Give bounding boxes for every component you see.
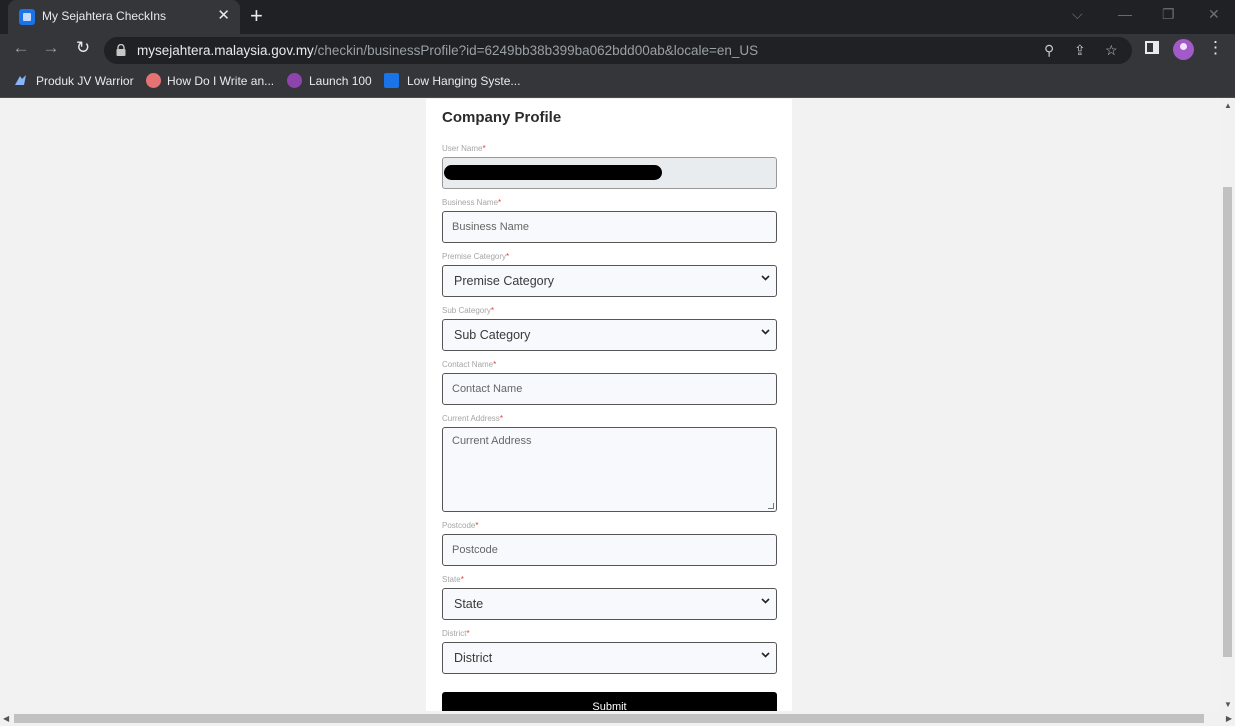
mysejahtera-favicon-icon — [19, 9, 35, 25]
minimize-icon[interactable]: — — [1118, 6, 1132, 22]
bookmark-item-how-do-i-write[interactable]: How Do I Write an... — [167, 74, 274, 88]
contact-name-label: Contact Name* — [442, 360, 496, 369]
sub-category-select[interactable]: Sub Category — [442, 319, 777, 351]
page-viewport: Company Profile User Name* Business Name… — [0, 99, 1235, 726]
required-marker: * — [460, 575, 464, 584]
lock-icon — [116, 44, 126, 56]
more-menu-icon[interactable]: ⋮ — [1207, 38, 1224, 58]
user-name-field — [442, 157, 777, 189]
vertical-scrollbar[interactable]: ▲ ▼ — [1220, 99, 1235, 711]
required-marker: * — [499, 414, 503, 423]
current-address-textarea[interactable]: Current Address — [442, 427, 777, 512]
postcode-input[interactable]: Postcode — [442, 534, 777, 566]
chevron-down-icon — [761, 598, 770, 604]
required-marker: * — [498, 198, 502, 207]
horizontal-scrollbar[interactable]: ◀ ▶ — [0, 711, 1235, 726]
bookmark-star-icon[interactable]: ☆ — [1105, 42, 1118, 59]
postcode-label: Postcode* — [442, 521, 478, 530]
bookmark-favicon-icon — [146, 73, 161, 88]
tab-close-icon[interactable]: ✕ — [217, 6, 230, 24]
current-address-label-text: Current Address — [442, 414, 500, 423]
business-name-label-text: Business Name — [442, 198, 499, 207]
scroll-down-icon[interactable]: ▼ — [1224, 700, 1232, 709]
required-marker: * — [466, 629, 470, 638]
url-text: mysejahtera.malaysia.gov.my/checkin/busi… — [137, 43, 758, 58]
new-tab-button[interactable]: + — [250, 3, 263, 29]
scroll-right-icon[interactable]: ▶ — [1226, 714, 1232, 723]
sub-category-value: Sub Category — [454, 328, 531, 342]
reload-icon[interactable]: ↻ — [71, 38, 95, 58]
user-name-label-text: User Name — [442, 144, 483, 153]
bookmark-favicon-icon — [287, 73, 302, 88]
page-title: Company Profile — [442, 109, 562, 126]
district-label-text: District — [442, 629, 467, 638]
required-marker: * — [506, 252, 510, 261]
contact-name-input[interactable]: Contact Name — [442, 373, 777, 405]
address-bar[interactable]: mysejahtera.malaysia.gov.my/checkin/busi… — [104, 37, 1132, 64]
sub-category-label: Sub Category* — [442, 306, 494, 315]
bookmark-item-low-hanging[interactable]: Low Hanging Syste... — [407, 74, 520, 88]
postcode-placeholder: Postcode — [452, 544, 498, 556]
state-select[interactable]: State — [442, 588, 777, 620]
share-icon[interactable]: ⇪ — [1074, 42, 1086, 59]
user-name-label: User Name* — [442, 144, 486, 153]
tab-title: My Sejahtera CheckIns — [42, 9, 167, 23]
bookmark-item-produk-jv-warrior[interactable]: Produk JV Warrior — [36, 74, 134, 88]
contact-name-placeholder: Contact Name — [452, 383, 523, 395]
sub-category-label-text: Sub Category — [442, 306, 491, 315]
bookmark-favicon-icon — [15, 75, 26, 85]
required-marker: * — [475, 521, 479, 530]
back-icon[interactable]: ← — [9, 38, 33, 58]
business-name-input[interactable]: Business Name — [442, 211, 777, 243]
redacted-value — [444, 165, 662, 180]
chevron-down-icon — [761, 652, 770, 658]
resize-handle-icon[interactable] — [768, 503, 774, 509]
tab-strip: My Sejahtera CheckIns ✕ + ⌵ — ❐ ✕ — [0, 0, 1235, 34]
state-value: State — [454, 597, 484, 611]
district-select[interactable]: District — [442, 642, 777, 674]
current-address-placeholder: Current Address — [452, 435, 532, 447]
browser-toolbar: ← → ↻ mysejahtera.malaysia.gov.my/checki… — [0, 34, 1235, 66]
profile-avatar[interactable] — [1173, 39, 1194, 60]
district-value: District — [454, 651, 493, 665]
forward-icon[interactable]: → — [39, 38, 63, 58]
premise-category-value: Premise Category — [454, 274, 555, 288]
vertical-scroll-thumb[interactable] — [1223, 187, 1232, 657]
chevron-down-icon — [761, 275, 770, 281]
bookmark-item-launch-100[interactable]: Launch 100 — [309, 74, 372, 88]
business-name-label: Business Name* — [442, 198, 501, 207]
chevron-down-icon — [761, 329, 770, 335]
bookmarks-bar: Produk JV Warrior How Do I Write an... L… — [0, 66, 1235, 98]
premise-category-label: Premise Category* — [442, 252, 509, 261]
district-label: District* — [442, 629, 470, 638]
horizontal-scroll-thumb[interactable] — [14, 714, 1204, 723]
tab-search-icon[interactable]: ⌵ — [1072, 6, 1083, 23]
side-panel-icon[interactable] — [1145, 41, 1159, 54]
window-close-icon[interactable]: ✕ — [1208, 6, 1220, 23]
state-label-text: State — [442, 575, 461, 584]
current-address-label: Current Address* — [442, 414, 503, 423]
premise-category-label-text: Premise Category — [442, 252, 507, 261]
url-path: /checkin/businessProfile?id=6249bb38b399… — [313, 43, 759, 58]
postcode-label-text: Postcode — [442, 521, 476, 530]
browser-tab[interactable]: My Sejahtera CheckIns ✕ — [8, 0, 240, 34]
business-name-placeholder: Business Name — [452, 221, 530, 233]
required-marker: * — [482, 144, 486, 153]
contact-name-label-text: Contact Name — [442, 360, 494, 369]
url-host: mysejahtera.malaysia.gov.my — [137, 43, 314, 58]
premise-category-select[interactable]: Premise Category — [442, 265, 777, 297]
scroll-left-icon[interactable]: ◀ — [3, 714, 9, 723]
required-marker: * — [493, 360, 497, 369]
restore-icon[interactable]: ❐ — [1162, 6, 1175, 23]
required-marker: * — [490, 306, 495, 315]
zoom-icon[interactable]: ⚲ — [1044, 42, 1054, 59]
state-label: State* — [442, 575, 464, 584]
scroll-up-icon[interactable]: ▲ — [1224, 101, 1232, 110]
company-profile-form: Company Profile User Name* Business Name… — [426, 99, 792, 726]
bookmark-favicon-icon — [384, 73, 399, 88]
